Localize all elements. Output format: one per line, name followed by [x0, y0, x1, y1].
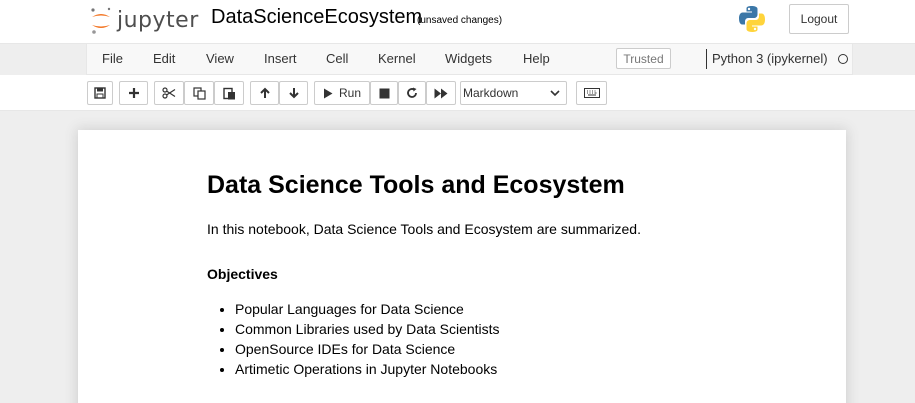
move-down-button[interactable]: [279, 81, 308, 105]
menu-kernel[interactable]: Kernel: [378, 51, 416, 66]
list-item: Artimetic Operations in Jupyter Notebook…: [235, 359, 807, 379]
objectives-heading: Objectives: [207, 266, 278, 282]
run-button[interactable]: Run: [314, 81, 370, 105]
scissors-icon: [162, 87, 176, 99]
fast-forward-icon: [434, 88, 448, 98]
notebook-container: Data Science Tools and Ecosystem In this…: [78, 130, 846, 403]
list-item: OpenSource IDEs for Data Science: [235, 339, 807, 359]
stop-icon: [379, 88, 389, 98]
restart-button[interactable]: [398, 81, 426, 105]
command-palette-button[interactable]: [576, 81, 607, 105]
toolbar: Run Markdown: [0, 75, 915, 111]
move-up-button[interactable]: [250, 81, 279, 105]
run-label: Run: [338, 86, 361, 100]
copy-icon: [192, 86, 206, 100]
menubar: File Edit View Insert Cell Kernel Widget…: [86, 44, 853, 75]
copy-button[interactable]: [184, 81, 214, 105]
kernel-name[interactable]: Python 3 (ipykernel): [712, 51, 828, 66]
jupyter-logo[interactable]: jupyter: [89, 4, 199, 36]
intro-paragraph: In this notebook, Data Science Tools and…: [207, 221, 641, 237]
paste-icon: [222, 87, 235, 99]
list-item: Popular Languages for Data Science: [235, 299, 807, 319]
plus-icon: [128, 88, 139, 98]
kernel-divider: [706, 49, 707, 69]
cut-button[interactable]: [154, 81, 184, 105]
chevron-down-icon: [550, 90, 560, 97]
list-item: Common Libraries used by Data Scientists: [235, 319, 807, 339]
restart-run-all-button[interactable]: [426, 81, 456, 105]
insert-cell-button[interactable]: [119, 81, 148, 105]
jupyter-logo-text: jupyter: [117, 7, 199, 33]
paste-button[interactable]: [214, 81, 244, 105]
kernel-idle-icon: [838, 54, 848, 64]
cell-type-select[interactable]: Markdown: [460, 81, 567, 105]
menu-widgets[interactable]: Widgets: [445, 51, 492, 66]
jupyter-mark-icon: [89, 5, 113, 35]
save-button[interactable]: [87, 81, 113, 105]
python-logo-icon: [737, 4, 767, 34]
menu-cell[interactable]: Cell: [326, 51, 348, 66]
interrupt-button[interactable]: [370, 81, 398, 105]
cell-type-value: Markdown: [463, 86, 519, 100]
arrow-down-icon: [288, 88, 299, 99]
menu-edit[interactable]: Edit: [153, 51, 175, 66]
objectives-list: Popular Languages for Data Science Commo…: [207, 299, 807, 379]
menu-help[interactable]: Help: [523, 51, 550, 66]
keyboard-icon: [583, 88, 600, 98]
menu-file[interactable]: File: [102, 51, 123, 66]
cell-heading: Data Science Tools and Ecosystem: [207, 171, 625, 199]
save-status: (unsaved changes): [417, 15, 503, 26]
menu-view[interactable]: View: [206, 51, 234, 66]
trusted-indicator[interactable]: Trusted: [616, 48, 671, 69]
menu-insert[interactable]: Insert: [264, 51, 297, 66]
notebook-title[interactable]: DataScienceEcosystem: [211, 6, 422, 29]
header: jupyter DataScienceEcosystem (unsaved ch…: [0, 0, 915, 44]
arrow-up-icon: [259, 87, 270, 98]
save-icon: [94, 87, 106, 99]
markdown-cell[interactable]: Data Science Tools and Ecosystem In this…: [207, 170, 807, 379]
restart-icon: [407, 87, 417, 98]
logout-button[interactable]: Logout: [789, 4, 849, 34]
play-icon: [323, 88, 333, 98]
